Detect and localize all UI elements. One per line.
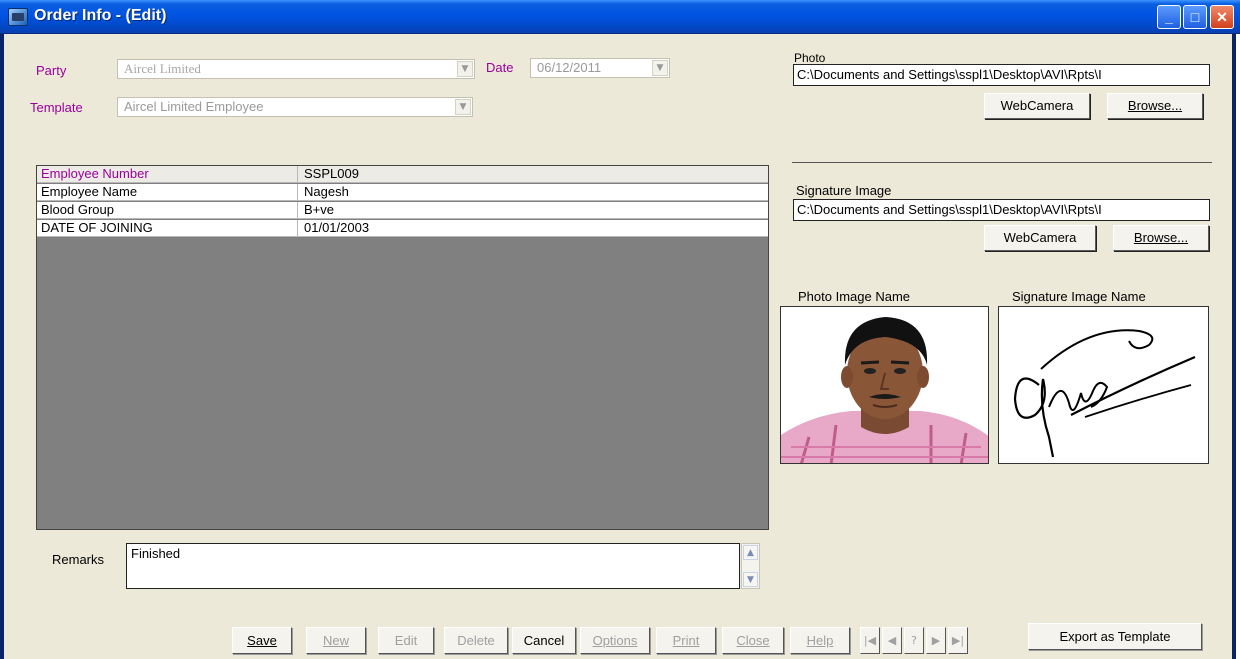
section-divider: [792, 162, 1212, 163]
new-button[interactable]: New: [306, 627, 366, 654]
grid-field-value[interactable]: Nagesh: [301, 184, 349, 200]
scroll-up-icon[interactable]: ▲: [743, 545, 758, 560]
table-row[interactable]: Employee Number SSPL009: [37, 166, 768, 183]
save-label: Save: [247, 633, 277, 648]
options-button[interactable]: Options: [580, 627, 650, 654]
record-help-icon[interactable]: ?: [904, 627, 924, 654]
table-row[interactable]: Blood Group B+ve: [37, 202, 768, 219]
close-icon: ✕: [1216, 9, 1228, 25]
signature-label: Signature Image: [796, 183, 892, 198]
delete-button[interactable]: Delete: [444, 627, 508, 654]
print-label: Print: [672, 633, 700, 648]
employee-data-grid[interactable]: Employee Number SSPL009 Employee Name Na…: [36, 165, 769, 530]
grid-field-name: DATE OF JOINING: [37, 220, 298, 236]
app-icon: [8, 8, 28, 26]
grid-field-value[interactable]: B+ve: [301, 202, 334, 218]
date-picker[interactable]: 06/12/2011 ▼: [530, 58, 670, 78]
help-label: Help: [806, 633, 834, 648]
remarks-scrollbar[interactable]: ▲ ▼: [741, 543, 760, 589]
chevron-down-icon[interactable]: ▼: [457, 61, 473, 77]
employee-photo: [781, 307, 988, 463]
grid-field-name: Employee Number: [37, 166, 298, 182]
delete-label: Delete: [457, 633, 495, 648]
edit-label: Edit: [394, 633, 418, 648]
signature-image-caption: Signature Image Name: [1012, 289, 1146, 304]
remarks-textarea[interactable]: Finished: [126, 543, 740, 589]
date-value: 06/12/2011: [537, 60, 602, 75]
party-value: Aircel Limited: [124, 61, 201, 76]
party-select[interactable]: Aircel Limited ▼: [117, 59, 475, 79]
window-title: Order Info - (Edit): [34, 7, 167, 24]
date-label: Date: [486, 60, 514, 75]
first-record-icon[interactable]: |◀: [860, 627, 880, 654]
chevron-down-icon[interactable]: ▼: [652, 60, 668, 76]
previous-record-icon[interactable]: ◀: [882, 627, 902, 654]
maximize-icon: □: [1190, 9, 1200, 25]
close-window-button[interactable]: ✕: [1210, 5, 1234, 29]
title-bar[interactable]: Order Info - (Edit) _ □ ✕: [0, 0, 1240, 34]
save-button[interactable]: Save: [232, 627, 292, 654]
grid-field-name: Employee Name: [37, 184, 298, 200]
minimize-icon: _: [1165, 9, 1173, 25]
photo-browse-label: Browse...: [1127, 98, 1183, 113]
signature-browse-button[interactable]: Browse...: [1113, 225, 1209, 251]
party-label: Party: [36, 63, 67, 78]
template-label: Template: [30, 100, 83, 115]
template-select[interactable]: Aircel Limited Employee ▼: [117, 97, 473, 117]
grid-field-value[interactable]: 01/01/2003: [301, 220, 369, 236]
next-record-icon[interactable]: ▶: [926, 627, 946, 654]
last-record-icon[interactable]: ▶|: [948, 627, 968, 654]
export-as-template-button[interactable]: Export as Template: [1028, 623, 1202, 650]
photo-webcamera-button[interactable]: WebCamera: [984, 93, 1090, 119]
signature-webcamera-button[interactable]: WebCamera: [984, 225, 1096, 251]
photo-browse-button[interactable]: Browse...: [1107, 93, 1203, 119]
maximize-button[interactable]: □: [1183, 5, 1207, 29]
photo-preview: [780, 306, 989, 464]
grid-field-name: Blood Group: [37, 202, 298, 218]
photo-label: Photo: [794, 51, 826, 65]
scroll-down-icon[interactable]: ▼: [743, 572, 758, 587]
edit-button[interactable]: Edit: [378, 627, 434, 654]
cancel-button[interactable]: Cancel: [512, 627, 576, 654]
template-value: Aircel Limited Employee: [124, 99, 264, 114]
signature-drawing: [999, 307, 1208, 463]
help-button[interactable]: Help: [790, 627, 850, 654]
grid-field-value[interactable]: SSPL009: [301, 166, 359, 182]
signature-path-field[interactable]: C:\Documents and Settings\sspl1\Desktop\…: [793, 199, 1210, 221]
minimize-button[interactable]: _: [1157, 5, 1181, 29]
photo-image-caption: Photo Image Name: [798, 289, 911, 304]
chevron-down-icon[interactable]: ▼: [455, 99, 471, 115]
new-label: New: [322, 633, 349, 648]
signature-browse-label: Browse...: [1133, 230, 1189, 245]
cancel-label: Cancel: [523, 633, 565, 648]
table-row[interactable]: Employee Name Nagesh: [37, 184, 768, 201]
signature-preview: [998, 306, 1209, 464]
options-label: Options: [592, 633, 638, 648]
remarks-label: Remarks: [52, 552, 105, 567]
photo-path-field[interactable]: C:\Documents and Settings\sspl1\Desktop\…: [793, 64, 1210, 86]
close-label: Close: [736, 633, 770, 648]
print-button[interactable]: Print: [656, 627, 716, 654]
close-button[interactable]: Close: [722, 627, 784, 654]
table-row[interactable]: DATE OF JOINING 01/01/2003: [37, 220, 768, 237]
